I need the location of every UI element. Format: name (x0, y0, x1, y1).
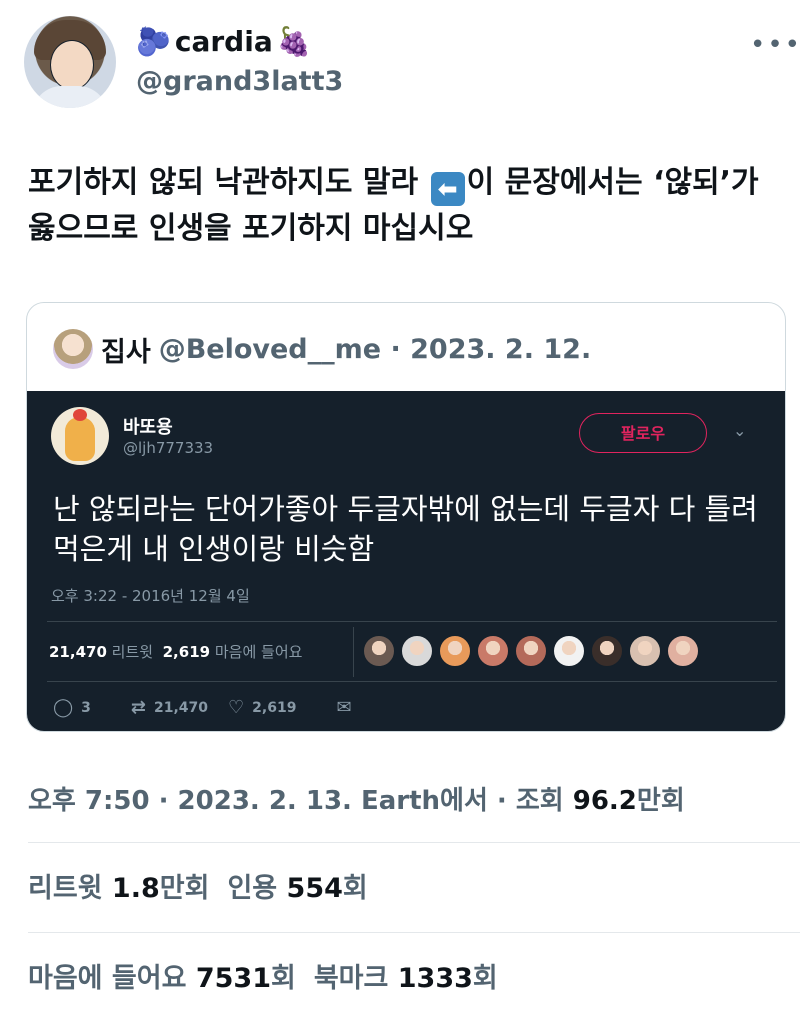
avatar-face (50, 40, 94, 90)
like-count: 2,619 (162, 643, 211, 661)
divider (47, 621, 777, 622)
quoted-author-name[interactable]: 집사 (101, 330, 151, 369)
avatar-shirt (32, 86, 108, 108)
retweets-label: 리트윗 (28, 873, 112, 904)
view-unit: 만회 (636, 786, 685, 816)
like-action-count: 2,619 (252, 699, 297, 716)
liker-avatar (439, 635, 471, 667)
liker-avatar (477, 635, 509, 667)
mail-icon: ✉ (336, 697, 352, 718)
author-avatar[interactable] (24, 16, 116, 108)
bookmarks-stat[interactable]: 북마크 1333회 (314, 963, 498, 994)
retweet-count: 21,470 (49, 643, 107, 661)
left-arrow-icon: ⬅ (430, 172, 465, 206)
reply-count: 3 (81, 699, 91, 716)
retweets-value: 1.8 (111, 873, 160, 904)
embedded-avatar (51, 407, 109, 465)
grapes-icon: 🍇 (276, 25, 312, 58)
embedded-name: 바또용 (123, 417, 173, 438)
bookmarks-value: 1333 (397, 963, 473, 994)
quoted-tweet[interactable]: 집사 @Beloved__me · 2023. 2. 12. 바또용 @ljh7… (26, 302, 786, 732)
follow-button: 팔로우 (579, 413, 707, 453)
tweet-text: 포기하지 않되 낙관하지도 말라 ⬅ 이 문장에서는 ‘않되’가 옳으므로 인생을… (28, 160, 768, 252)
divider (28, 842, 800, 843)
embedded-stats: 21,470 리트윗 2,619 마음에 들어요 (49, 641, 302, 662)
bird-icon (65, 417, 95, 461)
likes-value: 7531 (195, 963, 271, 994)
retweet-action-count: 21,470 (154, 699, 209, 716)
likes-unit: 회 (271, 963, 296, 994)
like-label: 마음에 들어요 (214, 643, 303, 661)
author-handle[interactable]: @grand3latt3 (136, 66, 343, 97)
quotes-value: 554 (286, 873, 343, 904)
quotes-label: 인용 (227, 873, 287, 904)
divider (47, 681, 777, 682)
reply-icon: ◯ (53, 697, 74, 718)
liker-avatars (363, 635, 699, 667)
retweets-unit: 만회 (159, 873, 210, 904)
liker-avatar (591, 635, 623, 667)
quotes-stat[interactable]: 인용 554회 (227, 873, 367, 904)
tweet-meta: 오후 7:50 · 2023. 2. 13. Earth에서 · 조회 96.2… (28, 780, 685, 817)
quoted-author-avatar[interactable] (53, 329, 93, 369)
likes-label: 마음에 들어요 (28, 963, 196, 994)
embedded-text: 난 않되라는 단어가좋아 두글자밖에 없는데 두글자 다 틀려먹은게 내 인생이… (53, 492, 758, 566)
divider (28, 932, 800, 933)
likes-stat[interactable]: 마음에 들어요 7531회 (28, 963, 296, 994)
tweet-stats-row-1: 리트윗 1.8만회 인용 554회 (28, 866, 368, 905)
quoted-handle-date: @Beloved__me · 2023. 2. 12. (158, 333, 592, 365)
bookmarks-label: 북마크 (313, 963, 398, 994)
embedded-tweet-image[interactable]: 바또용 @ljh777333 팔로우 ⌄ 난 않되라는 단어가좋아 두글자밖에 … (27, 391, 785, 731)
tweet-stats-row-2: 마음에 들어요 7531회 북마크 1333회 (28, 956, 498, 995)
bookmarks-unit: 회 (472, 963, 498, 994)
more-options-icon[interactable]: ••• (750, 30, 800, 60)
blueberry-icon: 🫐 (136, 25, 171, 58)
retweets-stat[interactable]: 리트윗 1.8만회 (28, 873, 209, 904)
view-count: 96.2 (572, 786, 637, 816)
tweet-text-part1: 포기하지 않되 낙관하지도 말라 (28, 165, 429, 200)
embedded-actions: ◯ 3 ⇄ 21,470 ♡ 2,619 ✉ (53, 697, 400, 718)
tweet-time-source: 오후 7:50 · 2023. 2. 13. Earth에서 · 조회 (28, 786, 573, 816)
liker-avatar (667, 635, 699, 667)
retweet-icon: ⇄ (130, 697, 146, 718)
embedded-handle: @ljh777333 (123, 439, 214, 457)
liker-avatar (363, 635, 395, 667)
divider (353, 627, 354, 677)
liker-avatar (629, 635, 661, 667)
heart-icon: ♡ (228, 697, 245, 718)
liker-avatar (553, 635, 585, 667)
quotes-unit: 회 (342, 873, 368, 904)
quoted-tweet-header: 집사 @Beloved__me · 2023. 2. 12. (53, 329, 591, 369)
author-name-row[interactable]: 🫐 cardia 🍇 (136, 26, 312, 58)
retweet-label: 리트윗 (111, 643, 154, 661)
chevron-down-icon: ⌄ (733, 421, 747, 440)
display-name[interactable]: cardia (175, 26, 273, 58)
embedded-timestamp: 오후 3:22 - 2016년 12월 4일 (51, 587, 250, 605)
liker-avatar (515, 635, 547, 667)
liker-avatar (401, 635, 433, 667)
bird-crest (73, 409, 87, 421)
